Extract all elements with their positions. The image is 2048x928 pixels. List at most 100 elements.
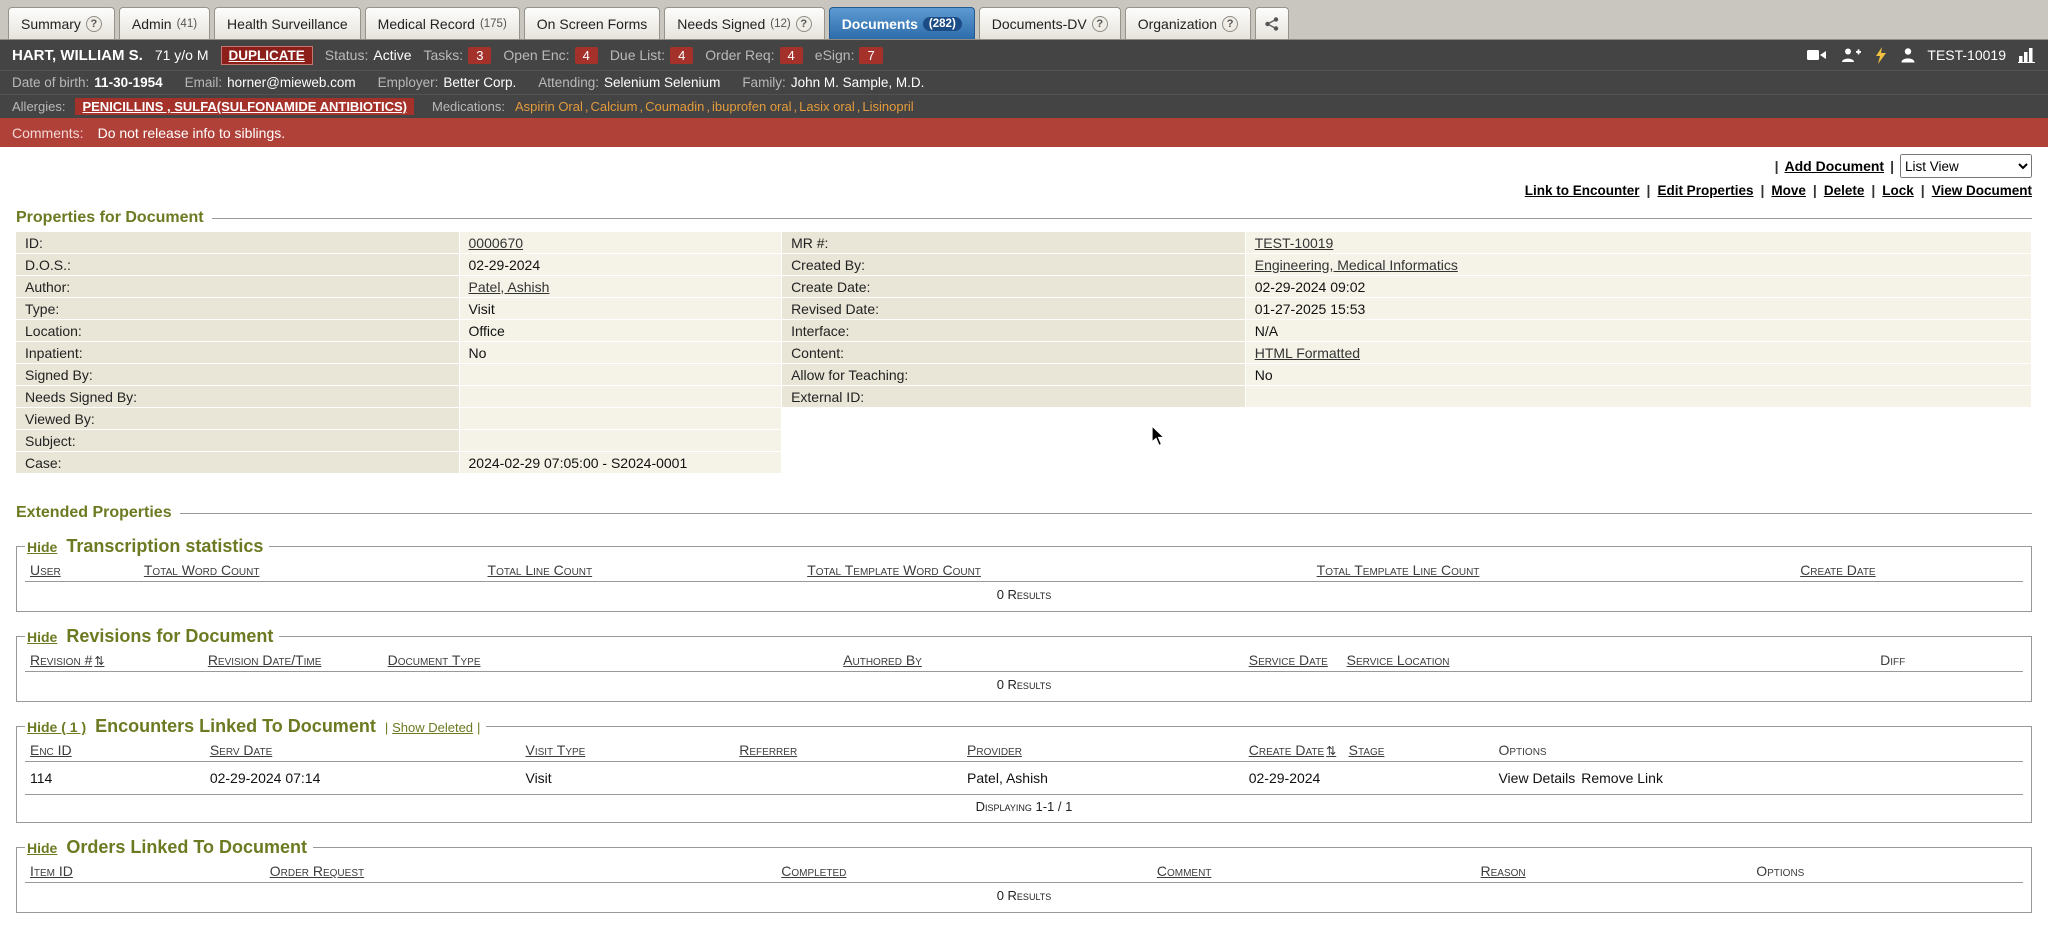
property-value <box>460 364 783 386</box>
col-document-type[interactable]: Document Type <box>388 652 481 668</box>
show-deleted-link[interactable]: Show Deleted <box>392 720 473 735</box>
property-label: Revised Date: <box>782 298 1246 320</box>
medication-link[interactable]: Lasix oral <box>799 99 855 114</box>
due-list-counter: Due List: 4 <box>610 47 693 64</box>
tab-health-surveillance[interactable]: Health Surveillance <box>214 7 361 39</box>
due-list-label: Due List: <box>610 47 665 63</box>
email-field: Email: horner@mieweb.com <box>185 75 356 90</box>
sort-icon[interactable]: ⇅ <box>1326 744 1336 758</box>
tab-medical-record[interactable]: Medical Record (175) <box>365 7 520 39</box>
col-order-request[interactable]: Order Request <box>270 863 364 879</box>
help-icon[interactable]: ? <box>1222 16 1238 32</box>
col-completed[interactable]: Completed <box>781 863 846 879</box>
tab-documents[interactable]: Documents (282) <box>829 7 975 39</box>
col-visit-type[interactable]: Visit Type <box>525 742 585 758</box>
sort-icon[interactable]: ⇅ <box>94 654 104 668</box>
tab-share-settings[interactable] <box>1255 7 1289 39</box>
col-enc-id[interactable]: Enc ID <box>30 742 72 758</box>
medication-link[interactable]: ibuprofen oral <box>712 99 792 114</box>
help-icon[interactable]: ? <box>1092 16 1108 32</box>
col-stage[interactable]: Stage <box>1349 742 1385 758</box>
esign-count-badge[interactable]: 7 <box>859 47 882 64</box>
link-to-encounter-link[interactable]: Link to Encounter <box>1525 183 1640 198</box>
due-list-count-badge[interactable]: 4 <box>670 47 693 64</box>
col-total-template-word-count[interactable]: Total Template Word Count <box>807 562 981 578</box>
tab-needs-signed[interactable]: Needs Signed (12) ? <box>664 7 824 39</box>
lock-link[interactable]: Lock <box>1882 183 1914 198</box>
tab-on-screen-forms[interactable]: On Screen Forms <box>524 7 660 39</box>
hide-orders-link[interactable]: Hide <box>27 840 57 856</box>
options-cell: View Details Remove Link <box>1493 762 2023 795</box>
col-create-date[interactable]: Create Date <box>1800 562 1875 578</box>
help-icon[interactable]: ? <box>86 16 102 32</box>
property-label: Type: <box>16 298 460 320</box>
author-link[interactable]: Patel, Ashish <box>469 279 550 295</box>
hide-encounters-link[interactable]: Hide ( 1 ) <box>27 719 86 735</box>
order-req-count-badge[interactable]: 4 <box>780 47 803 64</box>
remove-link-link[interactable]: Remove Link <box>1581 770 1663 786</box>
lightning-icon[interactable] <box>1875 47 1887 64</box>
col-service-location[interactable]: Service Location <box>1347 652 1450 668</box>
allergy-list-link[interactable]: PENICILLINS , SULFA(SULFONAMIDE ANTIBIOT… <box>75 98 414 115</box>
patient-status: Status: Active <box>325 47 412 63</box>
tab-organization[interactable]: Organization ? <box>1125 7 1251 39</box>
encounter-row[interactable]: 114 02-29-2024 07:14 Visit Patel, Ashish… <box>25 762 2023 795</box>
content-format-link[interactable]: HTML Formatted <box>1255 345 1360 361</box>
tab-summary[interactable]: Summary ? <box>8 7 115 39</box>
created-by-link[interactable]: Engineering, Medical Informatics <box>1255 257 1458 273</box>
medication-link[interactable]: Coumadin <box>645 99 704 114</box>
col-total-word-count[interactable]: Total Word Count <box>144 562 260 578</box>
col-total-line-count[interactable]: Total Line Count <box>488 562 593 578</box>
medication-link[interactable]: Calcium <box>591 99 638 114</box>
col-options: Options <box>1751 860 2023 883</box>
col-serv-date[interactable]: Serv Date <box>210 742 272 758</box>
medication-link[interactable]: Aspirin Oral <box>515 99 583 114</box>
add-document-link[interactable]: Add Document <box>1785 158 1885 174</box>
view-document-link[interactable]: View Document <box>1932 183 2032 198</box>
col-service-date[interactable]: Service Date <box>1249 652 1328 668</box>
col-authored-by[interactable]: Authored By <box>843 652 922 668</box>
tab-count: (41) <box>177 18 197 30</box>
open-enc-label: Open Enc: <box>503 47 569 63</box>
mr-number-link[interactable]: TEST-10019 <box>1255 235 1334 251</box>
col-user[interactable]: User <box>30 562 61 578</box>
col-total-template-line-count[interactable]: Total Template Line Count <box>1317 562 1480 578</box>
col-referrer[interactable]: Referrer <box>739 742 797 758</box>
col-comment[interactable]: Comment <box>1157 863 1212 879</box>
tab-admin[interactable]: Admin (41) <box>119 7 210 39</box>
hide-transcription-link[interactable]: Hide <box>27 539 57 555</box>
hide-revisions-link[interactable]: Hide <box>27 629 57 645</box>
property-value: Office <box>460 320 783 342</box>
extended-properties-title: Extended Properties <box>16 504 172 522</box>
tab-count: (12) <box>770 18 790 30</box>
video-camera-icon[interactable] <box>1807 48 1827 62</box>
property-label: D.O.S.: <box>16 254 460 276</box>
stats-icon[interactable] <box>2018 47 2036 63</box>
move-link[interactable]: Move <box>1771 183 1806 198</box>
delete-link[interactable]: Delete <box>1824 183 1865 198</box>
col-revision-datetime[interactable]: Revision Date/Time <box>208 652 322 668</box>
open-enc-counter: Open Enc: 4 <box>503 47 597 64</box>
add-user-icon[interactable] <box>1841 47 1861 63</box>
view-mode-select[interactable]: List View <box>1900 154 2032 178</box>
property-label: Create Date: <box>782 276 1246 298</box>
tab-documents-dv[interactable]: Documents-DV ? <box>979 7 1121 39</box>
separator: | <box>1760 182 1764 198</box>
col-revision-number[interactable]: Revision # <box>30 652 92 668</box>
tab-label: Documents-DV <box>992 16 1087 32</box>
property-value: Engineering, Medical Informatics <box>1246 254 2032 276</box>
view-details-link[interactable]: View Details <box>1498 770 1575 786</box>
family-value: John M. Sample, M.D. <box>791 75 925 90</box>
open-enc-count-badge[interactable]: 4 <box>575 47 598 64</box>
col-item-id[interactable]: Item ID <box>30 863 73 879</box>
medication-link[interactable]: Lisinopril <box>862 99 913 114</box>
duplicate-flag[interactable]: DUPLICATE <box>221 46 313 65</box>
separator: | <box>385 720 388 735</box>
help-icon[interactable]: ? <box>796 16 812 32</box>
col-create-date[interactable]: Create Date <box>1249 742 1324 758</box>
col-reason[interactable]: Reason <box>1481 863 1526 879</box>
col-provider[interactable]: Provider <box>967 742 1022 758</box>
edit-properties-link[interactable]: Edit Properties <box>1657 183 1753 198</box>
tasks-count-badge[interactable]: 3 <box>468 47 491 64</box>
document-id-link[interactable]: 0000670 <box>469 235 524 251</box>
